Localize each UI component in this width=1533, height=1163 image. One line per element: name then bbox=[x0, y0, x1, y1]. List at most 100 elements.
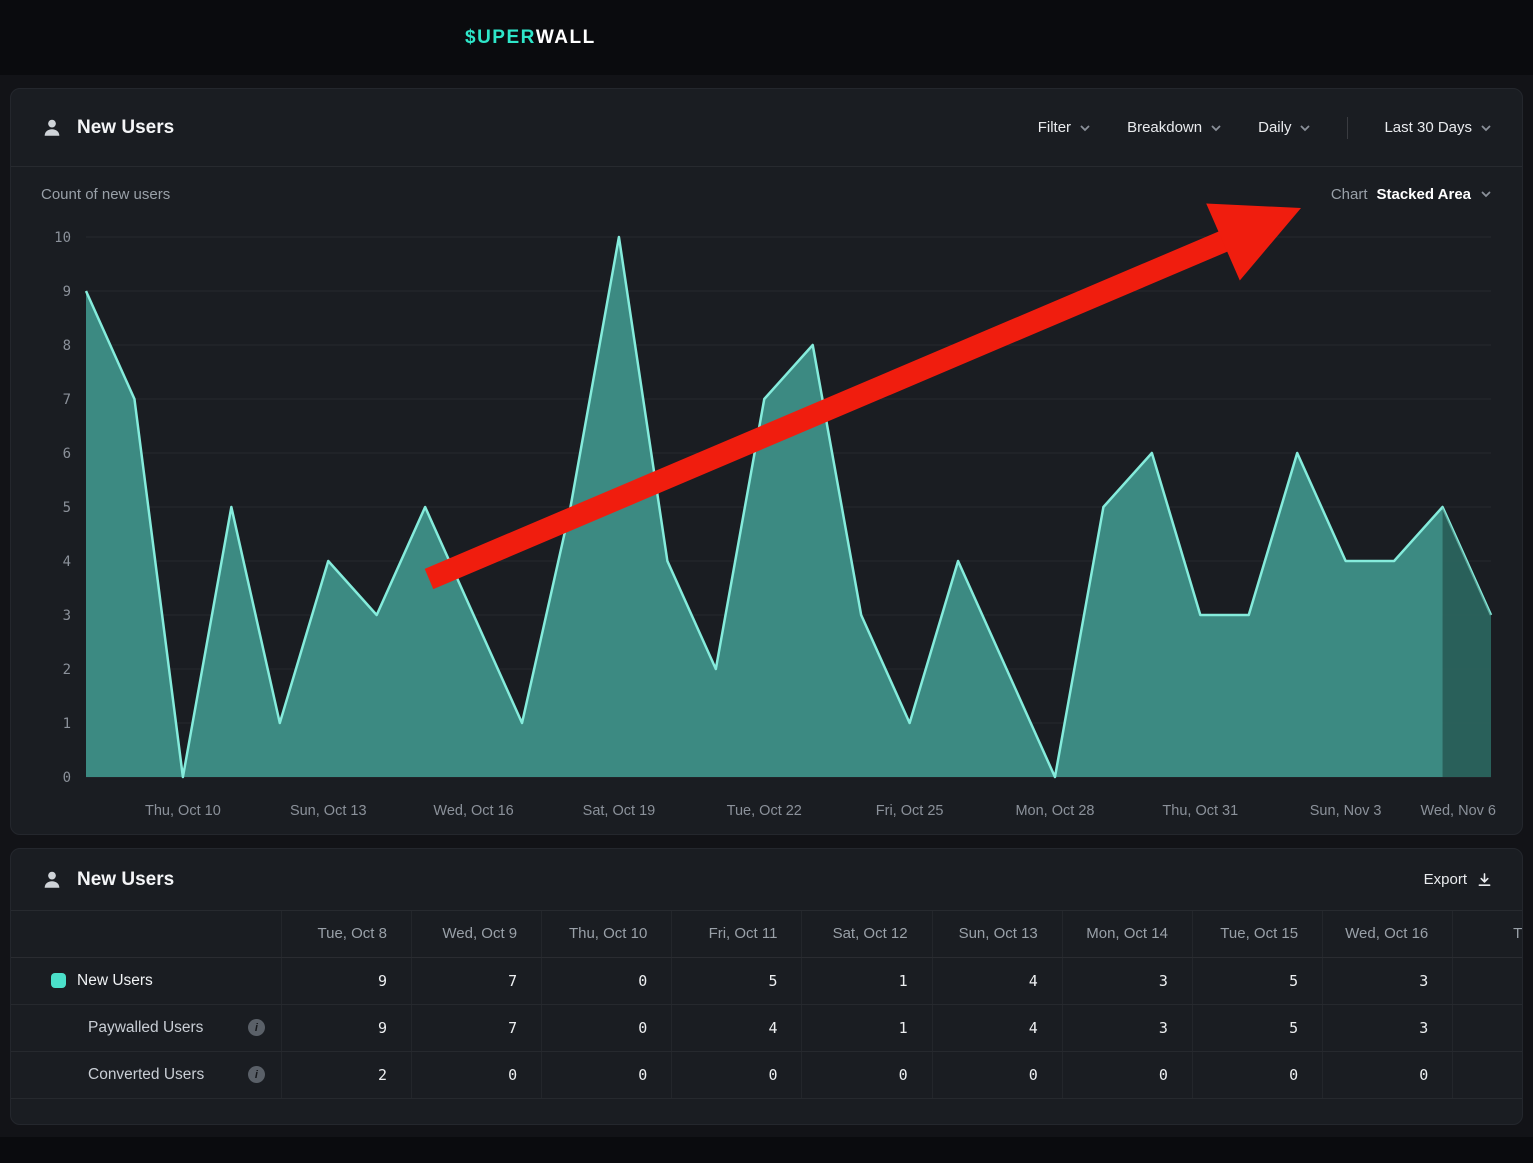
filter-dropdown[interactable]: Filter bbox=[1038, 119, 1091, 136]
value-cell: 3 bbox=[1323, 1004, 1453, 1051]
chart-area: 012345678910Thu, Oct 10Sun, Oct 13Wed, O… bbox=[41, 209, 1492, 829]
breakdown-label: Breakdown bbox=[1127, 119, 1202, 136]
value-cell: 3 bbox=[1062, 1004, 1192, 1051]
table-panel-title: New Users bbox=[41, 869, 174, 891]
chevron-down-icon bbox=[1480, 122, 1492, 134]
page: $UPERWALL New Users Filter Breakdown bbox=[0, 0, 1533, 1163]
value-cell bbox=[1453, 1004, 1522, 1051]
table-row: Converted Usersi200000000 bbox=[11, 1051, 1522, 1098]
export-button[interactable]: Export bbox=[1424, 871, 1492, 888]
table-row: New Users970514353 bbox=[11, 957, 1522, 1004]
column-header: Wed, Oct 9 bbox=[412, 911, 542, 957]
column-header: Wed, Oct 16 bbox=[1323, 911, 1453, 957]
chevron-down-icon bbox=[1079, 122, 1091, 134]
value-cell: 0 bbox=[1062, 1051, 1192, 1098]
y-tick-label: 5 bbox=[63, 500, 71, 516]
filter-label: Filter bbox=[1038, 119, 1071, 136]
y-tick-label: 7 bbox=[63, 392, 71, 408]
value-cell: 1 bbox=[802, 1004, 932, 1051]
y-tick-label: 6 bbox=[63, 446, 71, 462]
column-header: Mon, Oct 14 bbox=[1062, 911, 1192, 957]
x-axis: Thu, Oct 10Sun, Oct 13Wed, Oct 16Sat, Oc… bbox=[145, 803, 1496, 819]
value-cell: 0 bbox=[542, 1051, 672, 1098]
value-cell: 5 bbox=[672, 957, 802, 1004]
export-label: Export bbox=[1424, 871, 1467, 888]
incomplete-period-overlay bbox=[1443, 507, 1491, 777]
value-cell: 1 bbox=[802, 957, 932, 1004]
column-header: Fri, Oct 11 bbox=[672, 911, 802, 957]
value-cell: 9 bbox=[281, 1004, 411, 1051]
x-tick-label: Tue, Oct 22 bbox=[727, 803, 802, 819]
column-header: Sun, Oct 13 bbox=[932, 911, 1062, 957]
x-tick-label: Thu, Oct 31 bbox=[1162, 803, 1238, 819]
controls-divider bbox=[1347, 117, 1348, 139]
value-cell: 7 bbox=[412, 957, 542, 1004]
value-cell: 0 bbox=[542, 1004, 672, 1051]
granularity-label: Daily bbox=[1258, 119, 1291, 136]
value-cell: 4 bbox=[932, 957, 1062, 1004]
logo-rest-text: WALL bbox=[536, 27, 596, 49]
chart-section: Count of new users Chart Stacked Area 0 1… bbox=[11, 181, 1522, 829]
value-cell: 4 bbox=[672, 1004, 802, 1051]
info-icon[interactable]: i bbox=[248, 1019, 265, 1036]
y-tick-label: 9 bbox=[63, 284, 71, 300]
new-users-table: Tue, Oct 8Wed, Oct 9Thu, Oct 10Fri, Oct … bbox=[11, 911, 1522, 1099]
x-tick-label: Thu, Oct 10 bbox=[145, 803, 221, 819]
value-cell bbox=[1453, 957, 1522, 1004]
date-range-dropdown[interactable]: Last 30 Days bbox=[1384, 119, 1492, 136]
superwall-logo: $UPERWALL bbox=[465, 0, 596, 75]
table-panel-title-text: New Users bbox=[77, 869, 174, 891]
new-users-chart-panel: New Users Filter Breakdown Daily Last 30 bbox=[10, 88, 1523, 835]
chart-type-label: Chart bbox=[1331, 186, 1368, 203]
x-tick-label: Sat, Oct 19 bbox=[583, 803, 656, 819]
value-cell: 0 bbox=[932, 1051, 1062, 1098]
value-cell: 4 bbox=[932, 1004, 1062, 1051]
value-cell: 0 bbox=[802, 1051, 932, 1098]
series-color-swatch bbox=[51, 973, 66, 988]
y-tick-label: 0 bbox=[63, 770, 71, 786]
value-cell: 5 bbox=[1192, 957, 1322, 1004]
chevron-down-icon bbox=[1480, 188, 1492, 200]
row-label: New Users bbox=[77, 972, 153, 990]
row-label: Paywalled Users bbox=[88, 1019, 203, 1037]
info-icon[interactable]: i bbox=[248, 1066, 265, 1083]
bottom-strip bbox=[0, 1137, 1533, 1163]
new-users-table-panel: New Users Export Tue, Oct 8Wed, Oct 9Thu… bbox=[10, 848, 1523, 1125]
column-header: Thu, O bbox=[1453, 911, 1522, 957]
granularity-dropdown[interactable]: Daily bbox=[1258, 119, 1311, 136]
y-tick-label: 3 bbox=[63, 608, 71, 624]
logo-accent-text: $UPER bbox=[465, 27, 536, 49]
download-icon bbox=[1477, 872, 1492, 888]
value-cell: 2 bbox=[281, 1051, 411, 1098]
breakdown-dropdown[interactable]: Breakdown bbox=[1127, 119, 1222, 136]
value-cell: 0 bbox=[1192, 1051, 1322, 1098]
y-tick-label: 8 bbox=[63, 338, 71, 354]
topbar: $UPERWALL bbox=[0, 0, 1533, 75]
table-panel-header: New Users Export bbox=[11, 849, 1522, 911]
user-icon bbox=[41, 869, 63, 891]
row-label: Converted Users bbox=[88, 1066, 204, 1084]
chart-type-value: Stacked Area bbox=[1377, 186, 1472, 203]
chart-type-selector[interactable]: Chart Stacked Area bbox=[1331, 186, 1492, 203]
blank-header-cell bbox=[11, 911, 281, 957]
row-label-cell: New Users bbox=[11, 957, 281, 1004]
column-header: Thu, Oct 10 bbox=[542, 911, 672, 957]
chart-panel-title: New Users bbox=[41, 117, 174, 139]
column-header: Tue, Oct 15 bbox=[1192, 911, 1322, 957]
y-tick-label: 1 bbox=[63, 716, 71, 732]
value-cell: 3 bbox=[1062, 957, 1192, 1004]
value-cell: 0 bbox=[542, 957, 672, 1004]
x-tick-label: Sun, Oct 13 bbox=[290, 803, 367, 819]
value-cell bbox=[1453, 1051, 1522, 1098]
x-tick-label: Mon, Oct 28 bbox=[1015, 803, 1094, 819]
chart-panel-title-text: New Users bbox=[77, 117, 174, 139]
chevron-down-icon bbox=[1210, 122, 1222, 134]
chart-subtitle: Count of new users bbox=[41, 186, 170, 203]
value-cell: 5 bbox=[1192, 1004, 1322, 1051]
user-icon bbox=[41, 117, 63, 139]
column-header: Sat, Oct 12 bbox=[802, 911, 932, 957]
value-cell: 0 bbox=[1323, 1051, 1453, 1098]
value-cell: 7 bbox=[412, 1004, 542, 1051]
y-tick-label: 4 bbox=[63, 554, 71, 570]
chart-meta: Count of new users Chart Stacked Area bbox=[41, 181, 1492, 207]
